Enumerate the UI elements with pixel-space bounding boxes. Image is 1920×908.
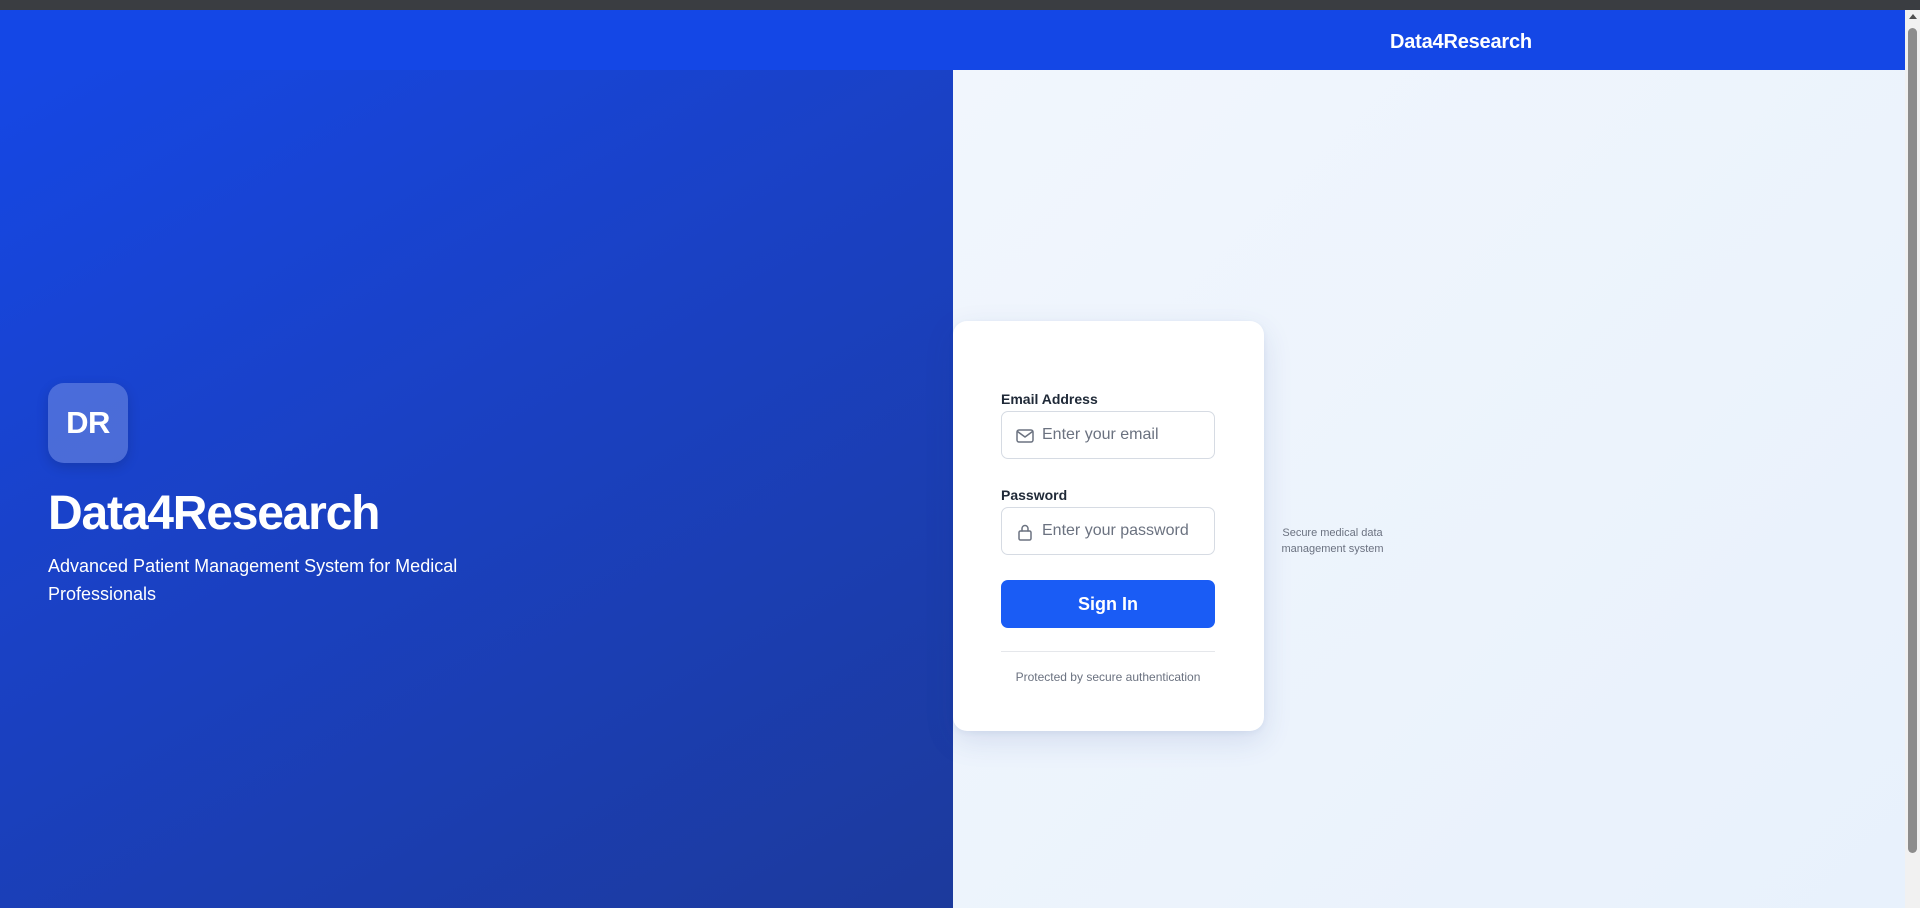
page-viewport: DR Data4Research Advanced Patient Manage… [0, 10, 1905, 908]
secure-auth-note: Protected by secure authentication [1015, 670, 1201, 684]
scrollbar-thumb[interactable] [1908, 28, 1917, 853]
email-input[interactable] [1042, 412, 1212, 458]
top-navbar: Data4Research [0, 10, 1905, 70]
password-input[interactable] [1042, 508, 1212, 554]
password-field-wrapper[interactable] [1001, 507, 1215, 555]
email-label: Email Address [1001, 391, 1098, 407]
sign-in-button[interactable]: Sign In [1001, 580, 1215, 628]
email-field-wrapper[interactable] [1001, 411, 1215, 459]
card-divider [1001, 651, 1215, 652]
nav-brand[interactable]: Data4Research [1390, 31, 1532, 54]
scroll-up-arrow-icon[interactable] [1909, 14, 1917, 19]
secure-system-note: Secure medical data management system [1281, 527, 1384, 555]
hero-panel: DR Data4Research Advanced Patient Manage… [0, 10, 953, 908]
password-label: Password [1001, 487, 1068, 503]
mail-icon [1015, 426, 1035, 446]
app-logo: DR [48, 383, 128, 463]
lock-icon [1015, 522, 1035, 542]
hero-title: Data4Research [48, 487, 380, 540]
logo-initials: DR [66, 405, 110, 440]
login-card: Email Address Password Sign In Protect [953, 321, 1264, 731]
page-scrollbar[interactable] [1905, 10, 1920, 908]
browser-top-bar [0, 0, 1920, 10]
hero-subtitle: Advanced Patient Management System for M… [48, 556, 458, 604]
